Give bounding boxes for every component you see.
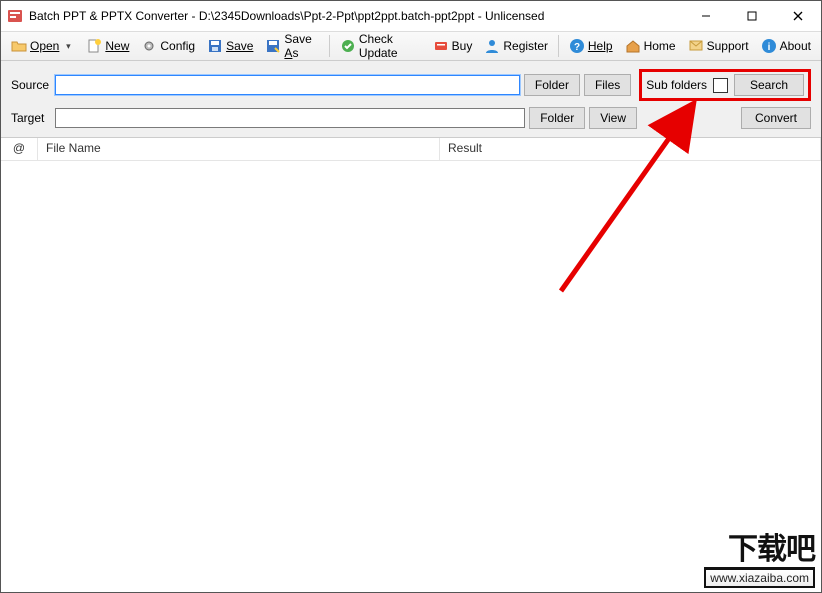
register-button[interactable]: Register xyxy=(478,35,554,57)
new-button[interactable]: New xyxy=(80,35,135,57)
table-header: @ File Name Result xyxy=(1,138,821,161)
titlebar: Batch PPT & PPTX Converter - D:\2345Down… xyxy=(1,1,821,32)
toolbar-separator xyxy=(329,35,330,57)
save-as-button[interactable]: Save Save AsAs xyxy=(259,29,325,63)
source-label: Source xyxy=(11,78,51,92)
close-button[interactable] xyxy=(775,1,821,31)
home-label: Home xyxy=(644,39,676,53)
convert-button[interactable]: Convert xyxy=(741,107,811,129)
search-button[interactable]: Search xyxy=(734,74,804,96)
source-folder-button[interactable]: Folder xyxy=(524,74,580,96)
help-button[interactable]: ? Help xyxy=(563,35,619,57)
app-icon xyxy=(7,8,23,24)
gear-icon xyxy=(141,38,157,54)
window-title: Batch PPT & PPTX Converter - D:\2345Down… xyxy=(29,9,683,23)
toolbar-separator xyxy=(558,35,559,57)
target-folder-button[interactable]: Folder xyxy=(529,107,585,129)
paths-panel: Source Folder Files Sub folders Sub fold… xyxy=(1,61,821,138)
register-label: Register xyxy=(503,39,548,53)
home-icon xyxy=(625,38,641,54)
source-row: Source Folder Files Sub folders Sub fold… xyxy=(11,69,811,101)
save-as-icon xyxy=(265,38,281,54)
help-icon: ? xyxy=(569,38,585,54)
support-button[interactable]: Support xyxy=(682,35,755,57)
col-filename[interactable]: File Name xyxy=(38,138,440,160)
watermark: 下载吧 www.xiazaiba.com xyxy=(704,535,815,588)
col-at[interactable]: @ xyxy=(1,138,38,160)
check-update-button[interactable]: Check Update xyxy=(334,29,427,63)
col-result[interactable]: Result xyxy=(440,138,821,160)
watermark-url: www.xiazaiba.com xyxy=(704,567,815,588)
save-button[interactable]: Save xyxy=(201,35,259,57)
register-icon xyxy=(484,38,500,54)
target-input[interactable] xyxy=(55,108,525,128)
app-window: Batch PPT & PPTX Converter - D:\2345Down… xyxy=(0,0,822,593)
chevron-down-icon[interactable]: ▾ xyxy=(62,41,74,52)
open-button[interactable]: Open ▾ xyxy=(5,35,80,57)
about-button[interactable]: i About xyxy=(755,35,817,57)
window-controls xyxy=(683,1,821,31)
new-label: New xyxy=(105,39,129,53)
help-label: Help xyxy=(588,39,613,53)
subfolders-checkbox[interactable] xyxy=(713,78,728,93)
update-icon xyxy=(340,38,356,54)
save-label: Save xyxy=(226,39,253,53)
cart-icon xyxy=(433,38,449,54)
target-label: Target xyxy=(11,111,51,125)
open-label: Open xyxy=(30,39,59,53)
highlight-box: Sub folders Sub folders Search xyxy=(639,69,811,101)
subfolders-label: Sub folders xyxy=(646,78,707,92)
svg-text:?: ? xyxy=(574,42,580,53)
toolbar: Open ▾ New Config Save Save Save AsAs Ch… xyxy=(1,32,821,61)
source-input[interactable] xyxy=(55,75,520,95)
check-update-label: Check Update xyxy=(359,32,421,60)
save-as-label: Save Save AsAs xyxy=(284,32,319,60)
support-label: Support xyxy=(707,39,749,53)
source-files-button[interactable]: Files xyxy=(584,74,631,96)
buy-label: Buy xyxy=(452,39,473,53)
info-icon: i xyxy=(761,38,777,54)
config-label: Config xyxy=(160,39,195,53)
minimize-button[interactable] xyxy=(683,1,729,31)
folder-open-icon xyxy=(11,38,27,54)
view-button[interactable]: View xyxy=(589,107,637,129)
new-file-icon xyxy=(86,38,102,54)
buy-button[interactable]: Buy xyxy=(427,35,479,57)
support-icon xyxy=(688,38,704,54)
target-row: Target Folder View Convert xyxy=(11,107,811,129)
about-label: About xyxy=(780,39,811,53)
save-icon xyxy=(207,38,223,54)
svg-text:i: i xyxy=(767,42,770,53)
home-button[interactable]: Home xyxy=(619,35,682,57)
config-button[interactable]: Config xyxy=(135,35,201,57)
watermark-text: 下载吧 xyxy=(704,535,815,565)
maximize-button[interactable] xyxy=(729,1,775,31)
